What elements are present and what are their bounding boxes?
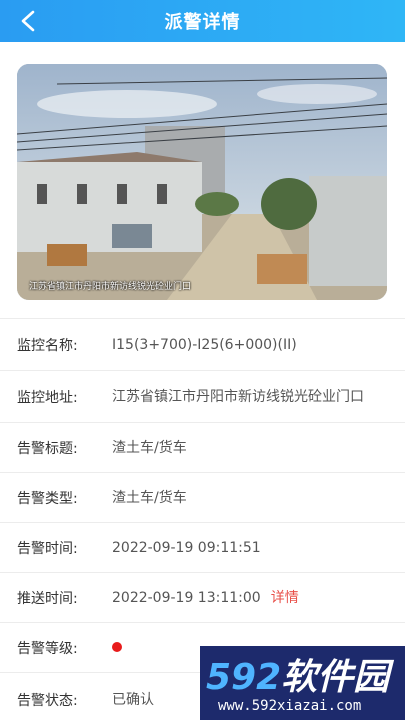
row-push-time: 推送时间: 2022-09-19 13:11:00 详情 [0,572,405,622]
push-time-value: 2022-09-19 13:11:00 [112,589,261,606]
camera-image [17,64,387,300]
row-alarm-type: 告警类型: 渣土车/货车 [0,472,405,522]
alarm-level-label: 告警等级: [17,640,78,657]
alarm-time-label: 告警时间: [17,540,78,557]
row-alarm-title: 告警标题: 渣土车/货车 [0,422,405,472]
watermark-brand-text: 软件园 [281,657,390,698]
chevron-left-icon [21,10,35,32]
camera-caption: 江苏省镇江市丹阳市新访线锐光砼业门口 [29,282,192,292]
page-title: 派警详情 [164,12,241,33]
back-button[interactable] [14,6,42,36]
alarm-type-value: 渣土车/货车 [112,489,187,506]
snapshot-section: 江苏省镇江市丹阳市新访线锐光砼业门口 [0,42,405,318]
alarm-title-value: 渣土车/货车 [112,439,187,456]
watermark-brand-num: 592 [206,657,282,698]
push-time-label: 推送时间: [17,590,78,607]
row-monitor-name: 监控名称: I15(3+700)-I25(6+000)(II) [0,318,405,370]
monitor-name-label: 监控名称: [17,337,78,354]
alarm-status-label: 告警状态: [17,692,78,709]
watermark-url: www.592xiazai.com [218,698,362,714]
monitor-address-value: 江苏省镇江市丹阳市新访线锐光砼业门口 [112,388,364,405]
alarm-time-value: 2022-09-19 09:11:51 [112,539,261,556]
site-watermark: 592软件园 www.592xiazai.com [200,646,405,720]
monitor-address-label: 监控地址: [17,389,78,406]
detail-link[interactable]: 详情 [271,590,299,606]
alarm-type-label: 告警类型: [17,490,78,507]
top-bar: 派警详情 [0,0,405,42]
alarm-level-dot [112,641,122,652]
watermark-brand: 592软件园 [206,648,389,700]
alarm-title-label: 告警标题: [17,440,78,457]
row-alarm-time: 告警时间: 2022-09-19 09:11:51 [0,522,405,572]
push-time-cell: 2022-09-19 13:11:00 详情 [112,587,388,609]
camera-snapshot[interactable]: 江苏省镇江市丹阳市新访线锐光砼业门口 [17,64,387,300]
monitor-name-value: I15(3+700)-I25(6+000)(II) [112,336,297,353]
row-monitor-address: 监控地址: 江苏省镇江市丹阳市新访线锐光砼业门口 [0,370,405,422]
